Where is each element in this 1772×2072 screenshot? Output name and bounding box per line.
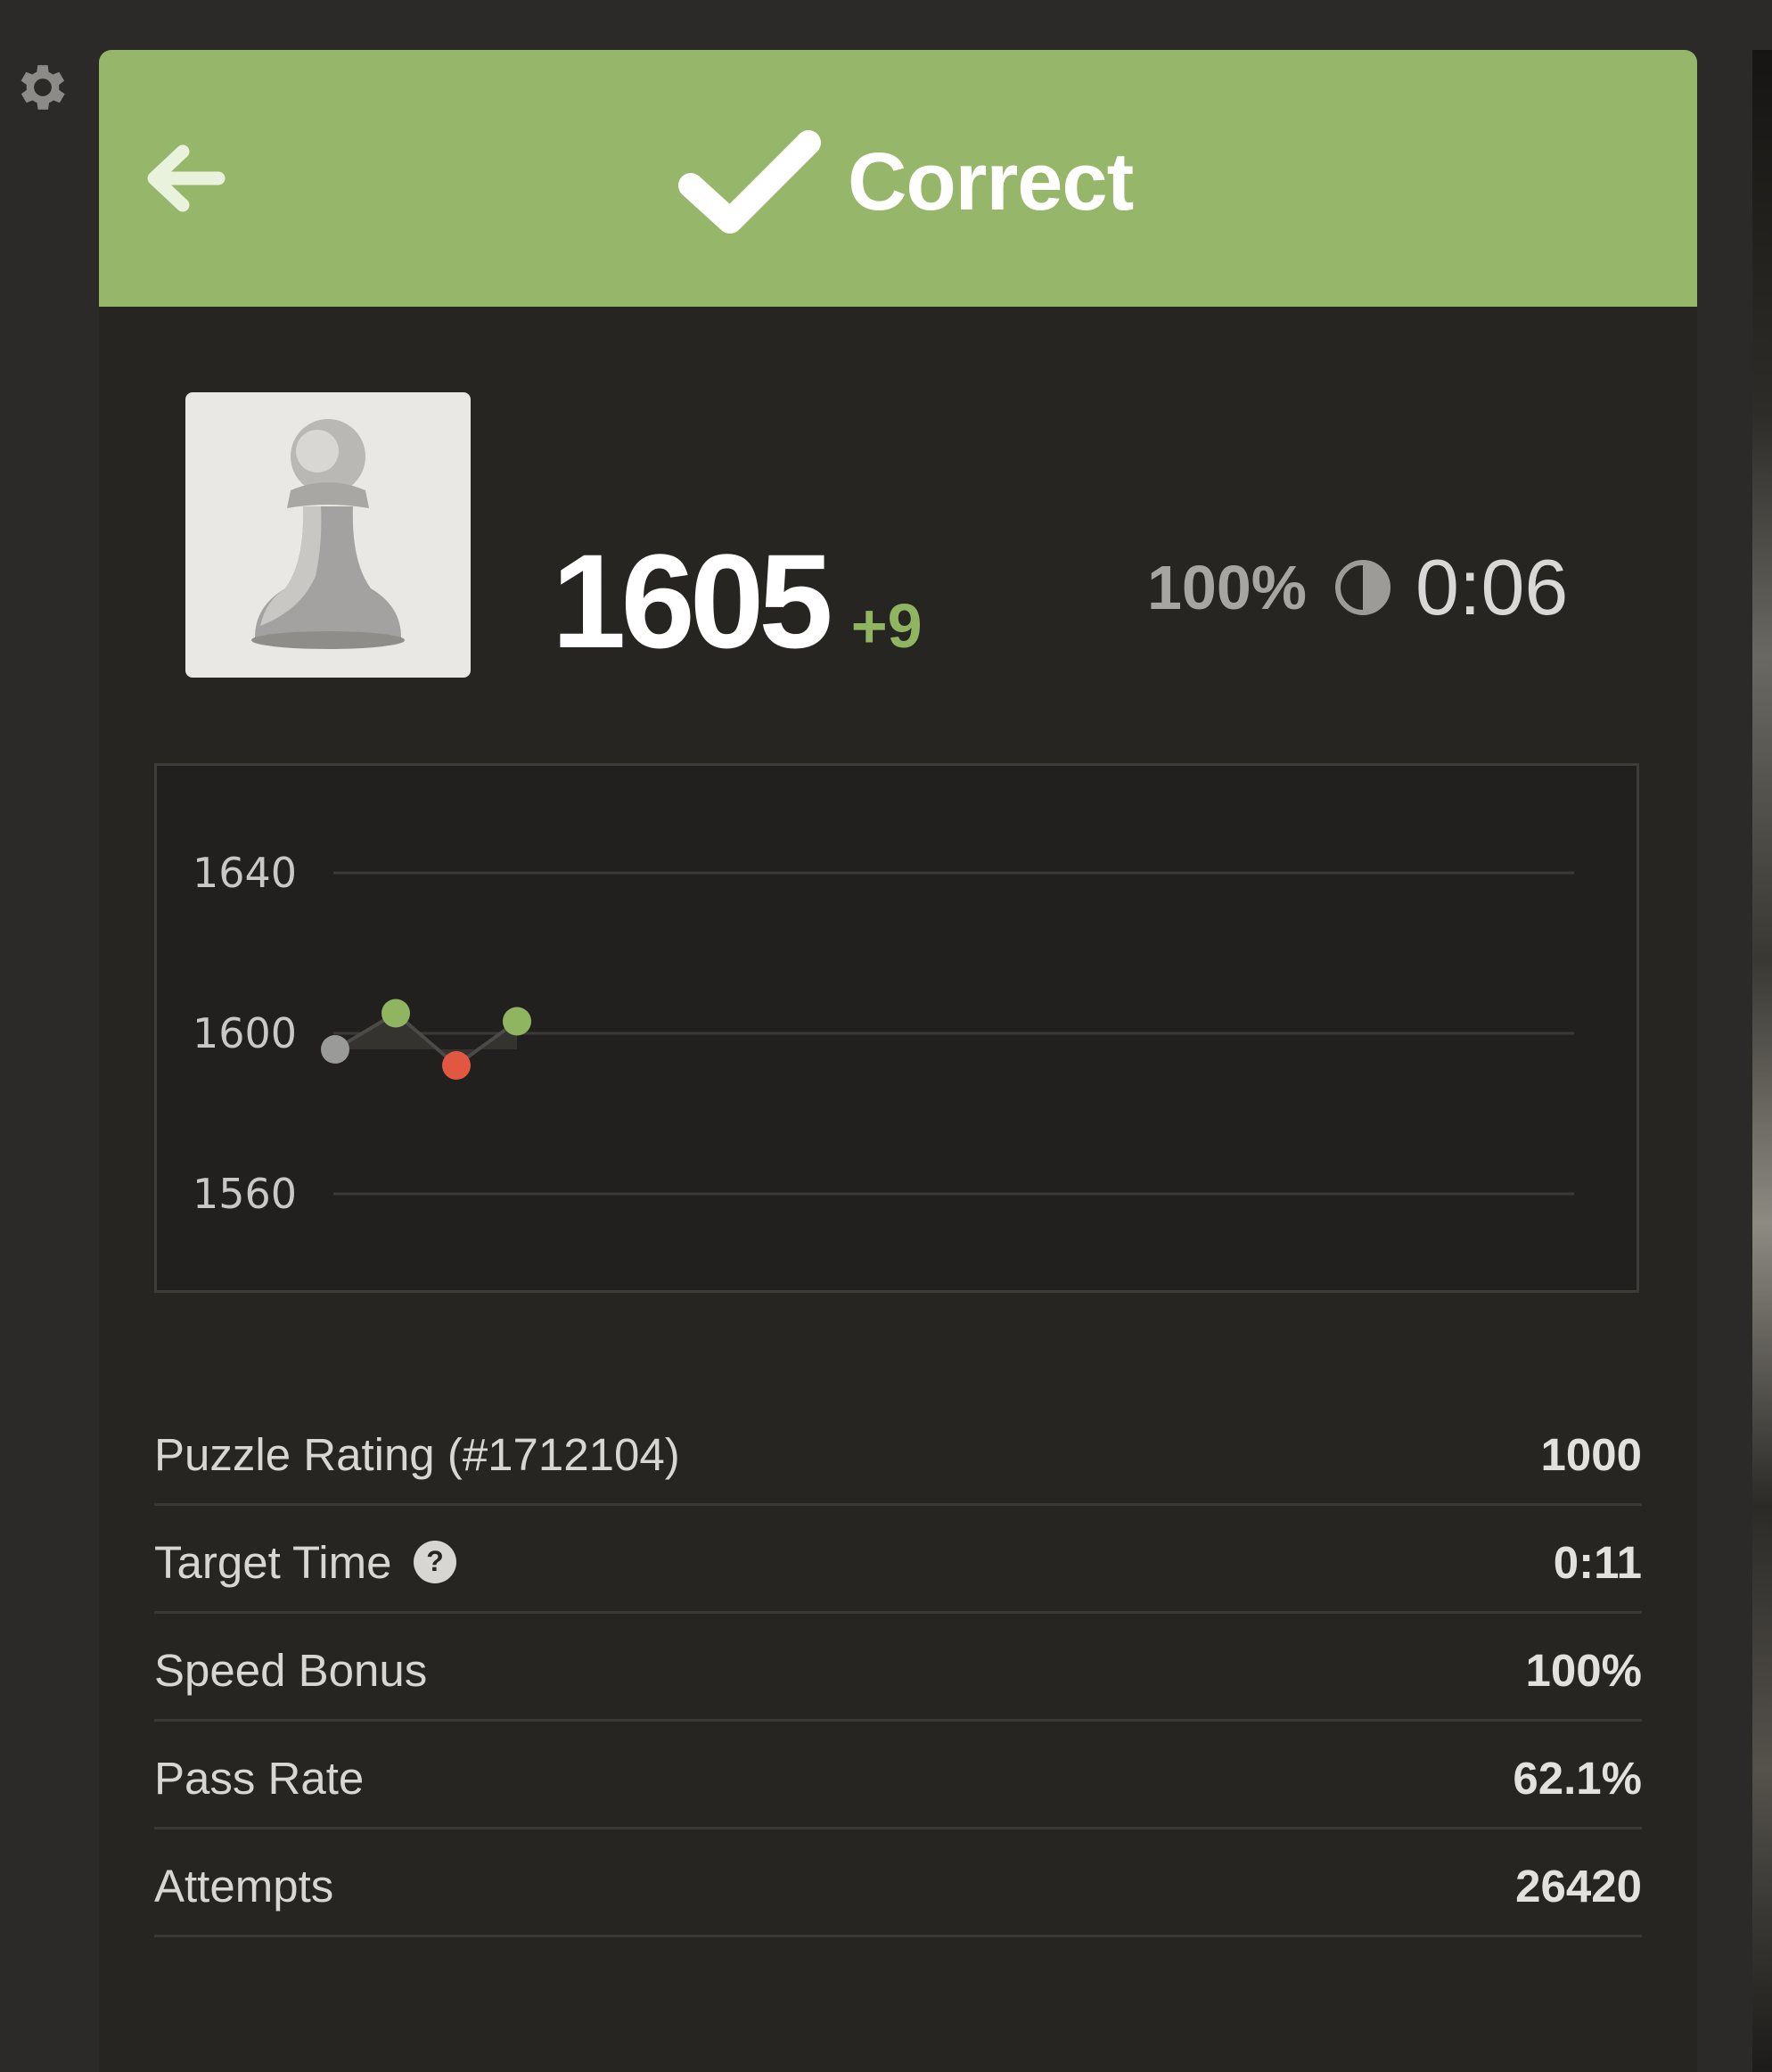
y-tick-label: 1600 <box>193 1009 297 1057</box>
y-tick-label: 1560 <box>193 1170 297 1218</box>
background-edge <box>1752 50 1772 2072</box>
rating-delta: +9 <box>850 591 923 661</box>
detail-label: Speed Bonus <box>154 1644 427 1697</box>
detail-row: Pass Rate 62.1% <box>154 1722 1642 1829</box>
avatar <box>185 392 471 678</box>
detail-label: Puzzle Rating (#1712104) <box>154 1428 680 1481</box>
puzzle-details: Puzzle Rating (#1712104) 1000 Target Time?… <box>154 1398 1642 1937</box>
result-panel: Correct 1605 +9 100% 0:06 1640 1600 1560 P… <box>99 50 1697 2072</box>
detail-value: 26420 <box>1515 1860 1642 1912</box>
solve-stats: 100% 0:06 <box>1147 543 1568 631</box>
detail-row: Attempts 26420 <box>154 1829 1642 1937</box>
y-tick-label: 1640 <box>193 849 297 897</box>
help-icon[interactable]: ? <box>413 1540 457 1584</box>
player-rating: 1605 +9 <box>552 524 923 676</box>
gear-icon[interactable] <box>12 57 73 118</box>
data-point-start[interactable] <box>321 1035 349 1064</box>
detail-label: Pass Rate <box>154 1752 364 1805</box>
detail-label-text: Pass Rate <box>154 1752 365 1804</box>
detail-label-text: Speed Bonus <box>154 1644 428 1696</box>
detail-value: 0:11 <box>1553 1536 1642 1588</box>
result-title: Correct <box>848 136 1134 227</box>
detail-label-text: Attempts <box>154 1860 334 1912</box>
data-point-loss[interactable] <box>442 1051 471 1080</box>
detail-row: Puzzle Rating (#1712104) 1000 <box>154 1398 1642 1506</box>
pawn-icon <box>251 419 405 649</box>
rating-value: 1605 <box>552 526 833 676</box>
detail-row: Target Time? 0:11 <box>154 1506 1642 1614</box>
detail-value: 62.1% <box>1513 1752 1642 1804</box>
detail-label-text: Target Time <box>154 1536 392 1588</box>
solve-time: 0:06 <box>1415 543 1569 631</box>
header-title-group: Correct <box>678 128 1134 235</box>
data-point-win[interactable] <box>381 999 410 1028</box>
arrow-left-icon[interactable] <box>144 143 226 214</box>
speed-percent: 100% <box>1147 553 1308 622</box>
result-header: Correct <box>99 50 1697 307</box>
rating-chart: 1640 1600 1560 <box>154 763 1639 1293</box>
detail-row: Speed Bonus 100% <box>154 1614 1642 1722</box>
detail-label: Target Time? <box>154 1536 457 1589</box>
detail-label: Attempts <box>154 1860 333 1912</box>
detail-value: 1000 <box>1540 1428 1642 1480</box>
detail-label-text: Puzzle Rating (#1712104) <box>154 1428 680 1480</box>
svg-text:?: ? <box>427 1545 445 1577</box>
data-point-win[interactable] <box>503 1007 531 1036</box>
detail-value: 100% <box>1525 1644 1642 1696</box>
left-strip <box>0 0 99 2072</box>
rating-chart-svg: 1640 1600 1560 <box>193 849 1574 1218</box>
checkmark-icon <box>678 130 821 234</box>
half-circle-icon <box>1335 560 1391 615</box>
